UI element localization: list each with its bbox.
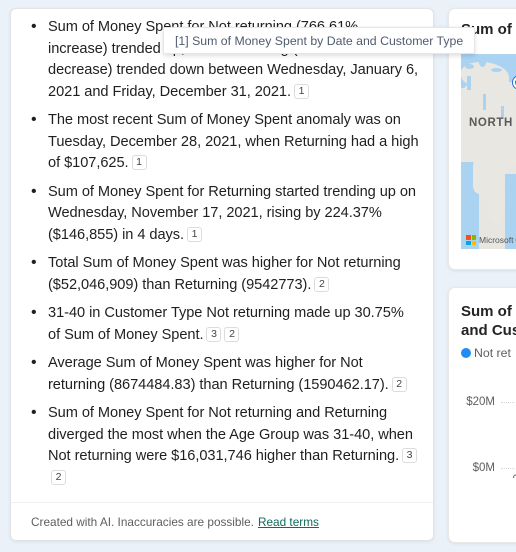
chart-legend[interactable]: Not ret [461,346,511,360]
chart-title: Sum of M and Cus [449,288,516,340]
y-axis-tick-0m: $0M [472,462,495,474]
status-badge[interactable]: 1 [293,83,309,99]
status-badge[interactable]: 1 [187,226,203,242]
read-terms-link[interactable]: Read terms [258,515,319,529]
tooltip-text: [1] Sum of Money Spent by Date and Custo… [175,33,464,48]
insights-scroll-area[interactable]: Sum of Money Spent for Not returning (76… [11,9,433,502]
map-region-label: NORTH [469,117,513,129]
map-image[interactable]: NORTH Microsoft ©2 [461,54,516,249]
y-axis-tick-20m: $20M [466,396,495,408]
insights-panel: Sum of Money Spent for Not returning (76… [10,8,434,541]
legend-color-swatch-icon [461,348,471,358]
insight-text: Sum of Money Spent for Returning started… [48,183,416,243]
screen-root: Sum of Money Spent for Not returning (76… [0,0,516,552]
insight-text: Average Sum of Money Spent was higher fo… [48,355,389,393]
chart-plot-area[interactable]: $20M $0M 2 [449,378,516,542]
gridline [501,468,516,469]
chart-title-line2: and Cus [461,322,516,339]
x-axis-tick-label: 2 [511,472,516,486]
gridline [501,402,516,403]
list-item[interactable]: Total Sum of Money Spent was higher for … [25,252,419,296]
status-badge[interactable]: 1 [131,155,147,170]
status-badge[interactable]: 2 [224,326,240,342]
list-item[interactable]: Sum of Money Spent for Returning started… [25,181,419,247]
map-attribution: Microsoft ©2 [466,235,516,245]
legend-label: Not ret [474,346,511,360]
ai-disclaimer-footer: Created with AI. Inaccuracies are possib… [11,502,433,540]
list-item[interactable]: Average Sum of Money Spent was higher fo… [25,352,419,396]
bar-chart-card[interactable]: Sum of M and Cus Not ret $20M $0M 2 [448,287,516,543]
reference-tooltip: [1] Sum of Money Spent by Date and Custo… [163,27,476,54]
list-item[interactable]: The most recent Sum of Money Spent anoma… [25,109,419,175]
list-item[interactable]: Sum of Money Spent for Not returning and… [25,402,419,489]
insight-text: The most recent Sum of Money Spent anoma… [48,112,419,171]
insight-text: Sum of Money Spent for Not returning and… [48,405,413,464]
list-item[interactable]: 31-40 in Customer Type Not returning mad… [25,302,419,346]
microsoft-logo-icon [466,235,476,245]
insight-list: Sum of Money Spent for Not returning (76… [25,16,419,489]
status-badge[interactable]: 2 [51,469,66,485]
insight-text: Total Sum of Money Spent was higher for … [48,255,401,293]
chart-title-line1: Sum of M [461,303,516,320]
disclaimer-text: Created with AI. Inaccuracies are possib… [31,514,254,529]
status-badge[interactable]: 2 [314,276,330,292]
attribution-text: Microsoft [479,235,514,245]
status-badge[interactable]: 2 [391,376,407,392]
status-badge[interactable]: 3 [206,326,222,342]
status-badge[interactable]: 3 [402,448,418,463]
